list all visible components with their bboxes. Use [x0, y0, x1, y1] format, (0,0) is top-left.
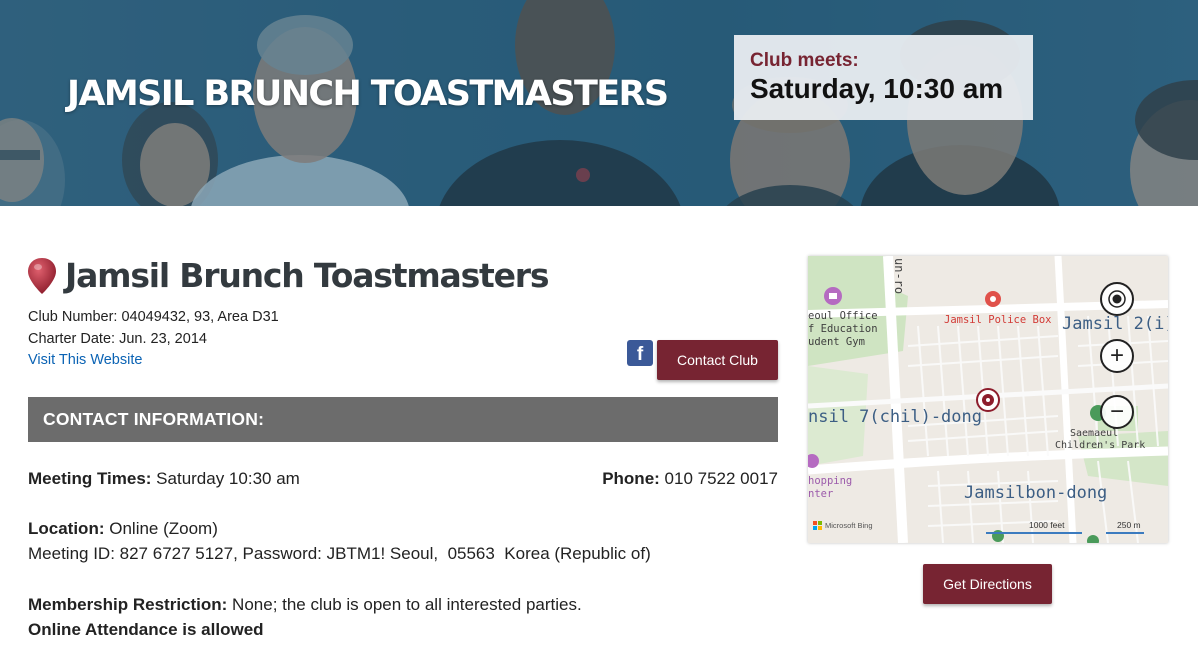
contact-information-header: CONTACT INFORMATION: [28, 397, 778, 442]
map-label-district-3: Jamsilbon-dong [964, 483, 1108, 503]
meeting-times-value: Saturday 10:30 am [156, 469, 300, 488]
map-zoom-out-button[interactable]: − [1100, 395, 1134, 429]
online-attendance-text: Online Attendance is allowed [28, 620, 264, 639]
map-label-shopping-2: nter [808, 488, 834, 500]
map-label-street: un-ro [892, 258, 906, 295]
map-locate-button[interactable] [1100, 282, 1134, 316]
zoom-out-icon: − [1109, 398, 1124, 425]
meeting-times-label: Meeting Times: [28, 469, 152, 488]
facebook-glyph: f [636, 344, 644, 365]
map-label-shopping-1: hopping [808, 475, 853, 487]
facebook-icon[interactable]: f [627, 340, 653, 366]
microsoft-logo-icon [813, 521, 822, 530]
map-label-park-1: Saemaeul [1070, 428, 1119, 439]
phone: Phone: 010 7522 0017 [602, 469, 778, 489]
map-zoom-in-button[interactable]: + [1100, 339, 1134, 373]
map-label-office-1: eoul Office [808, 310, 878, 322]
map-scale-meters: 250 m [1117, 520, 1141, 530]
charter-date-text: Charter Date: Jun. 23, 2014 [28, 331, 207, 347]
map-label-park-2: Children's Park [1055, 440, 1146, 451]
contact-club-button[interactable]: Contact Club [657, 340, 778, 380]
club-name-heading: Jamsil Brunch Toastmasters [65, 256, 550, 295]
hero-banner: JAMSIL BRUNCH TOASTMASTERS Club meets: S… [0, 0, 1198, 206]
membership-restriction-label: Membership Restriction: [28, 595, 228, 614]
club-meets-label: Club meets: [750, 50, 859, 71]
zoom-in-icon: + [1109, 342, 1124, 369]
locate-icon [1108, 290, 1126, 308]
hero-title: JAMSIL BRUNCH TOASTMASTERS [67, 74, 669, 114]
phone-value: 010 7522 0017 [664, 469, 778, 488]
map-label-district-2: nsil 7(chil)-dong [808, 407, 982, 427]
map-label-office-3: udent Gym [808, 336, 865, 348]
map-label-district-1: Jamsil 2(i)- [1062, 314, 1168, 334]
meeting-id-line: Meeting ID: 827 6727 5127, Password: JBT… [28, 544, 651, 563]
membership-restriction: Membership Restriction: None; the club i… [28, 595, 582, 615]
meeting-times: Meeting Times: Saturday 10:30 am [28, 469, 300, 489]
map-label-office-2: f Education [808, 323, 878, 335]
visit-website-link[interactable]: Visit This Website [28, 352, 142, 368]
location-value: Online (Zoom) [109, 519, 218, 538]
club-meets-box: Club meets: Saturday, 10:30 am [734, 35, 1033, 120]
membership-restriction-value: None; the club is open to all interested… [232, 595, 582, 614]
phone-label: Phone: [602, 469, 660, 488]
location-pin-icon [28, 258, 56, 294]
location-map[interactable]: un-ro eoul Office f Education udent Gym … [808, 256, 1168, 543]
get-directions-button[interactable]: Get Directions [923, 564, 1052, 604]
location: Location: Online (Zoom) [28, 519, 218, 539]
club-meets-value: Saturday, 10:30 am [750, 73, 1004, 104]
map-provider: Microsoft Bing [825, 521, 873, 530]
map-label-police: Jamsil Police Box [944, 314, 1052, 326]
location-label: Location: [28, 519, 105, 538]
club-number-text: Club Number: 04049432, 93, Area D31 [28, 309, 279, 325]
map-scale-feet: 1000 feet [1029, 520, 1065, 530]
